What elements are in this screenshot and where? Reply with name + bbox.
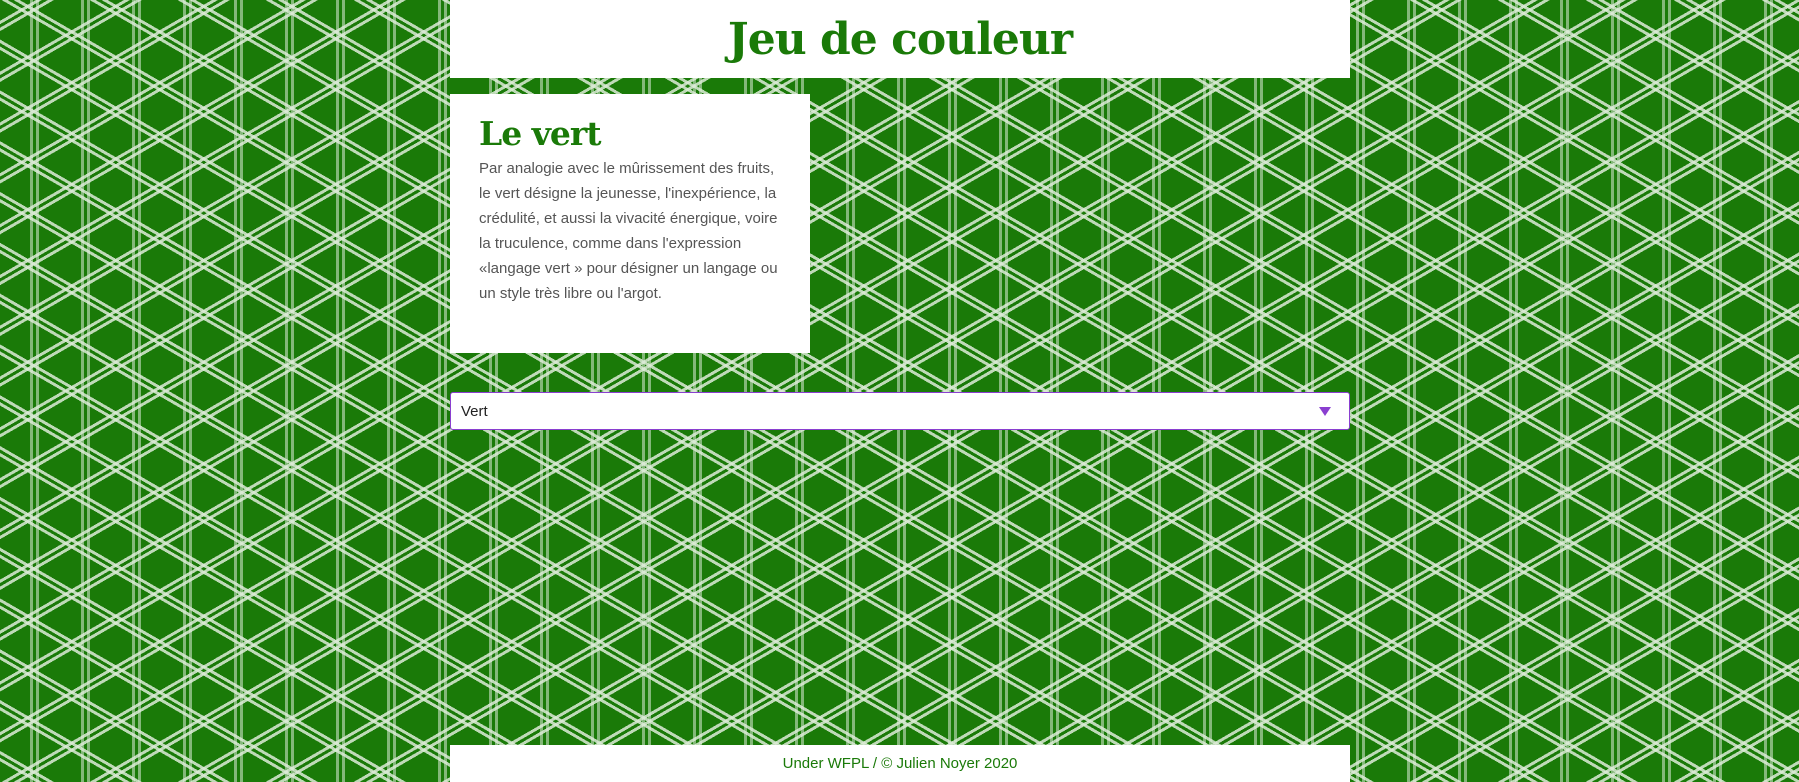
page-header: Jeu de couleur xyxy=(450,0,1350,78)
color-description: Par analogie avec le mûrissement des fru… xyxy=(479,160,778,303)
color-select-value: Vert xyxy=(461,402,488,420)
page-footer: Under WFPL / © Julien Noyer 2020 xyxy=(450,745,1350,782)
footer-text: Under WFPL / © Julien Noyer 2020 xyxy=(782,755,1018,772)
color-select[interactable]: Vert xyxy=(450,392,1350,430)
color-description-card: Le vert Par analogie avec le mûrissement… xyxy=(450,94,810,353)
color-title: Le vert xyxy=(479,114,602,153)
triangle-down-icon xyxy=(1319,406,1331,416)
page-title: Jeu de couleur xyxy=(727,13,1073,65)
